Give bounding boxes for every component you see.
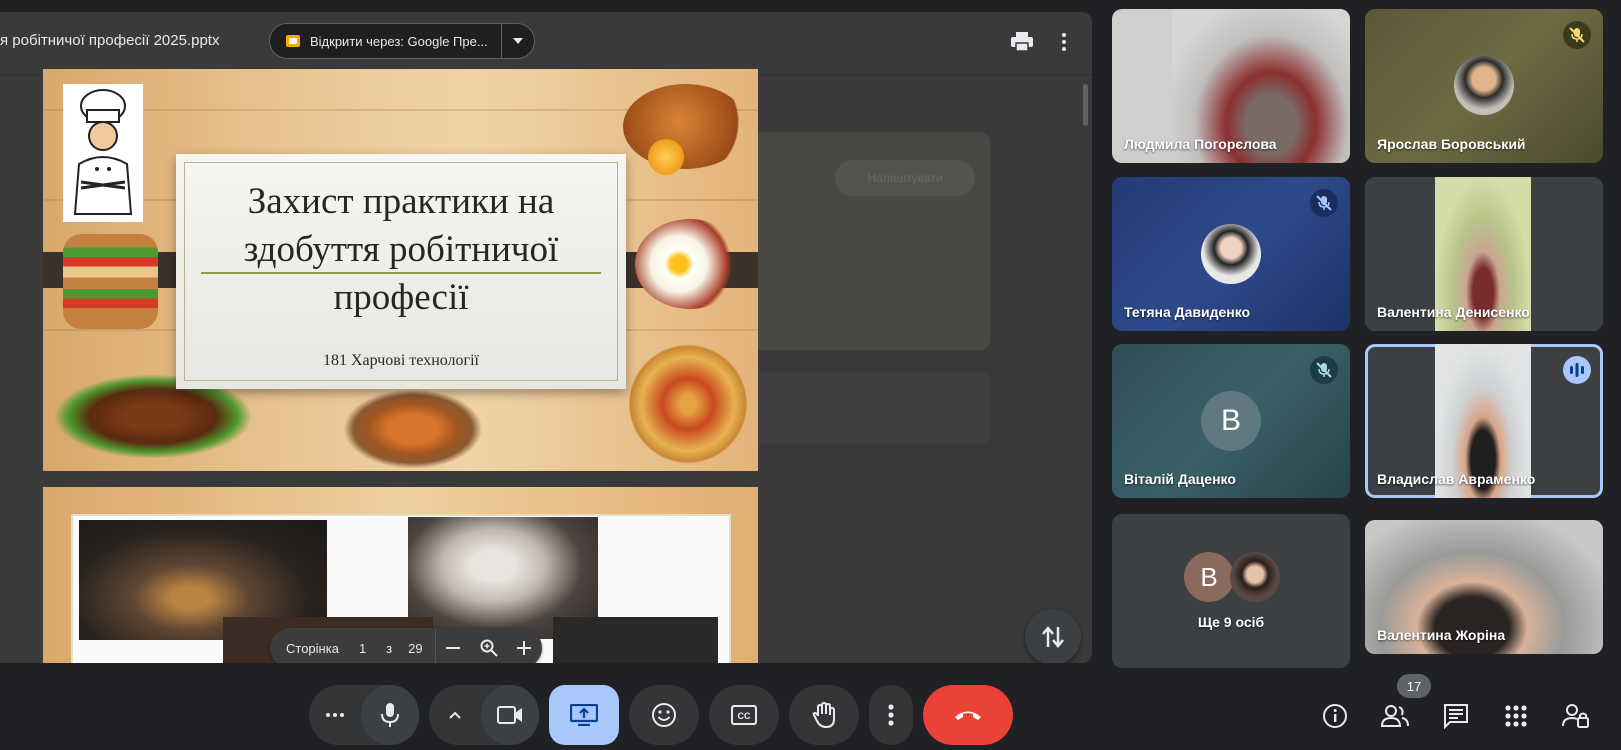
- more-participants-tile[interactable]: В Ще 9 осіб: [1112, 514, 1350, 668]
- fried-eggs-image: [635, 219, 745, 309]
- mic-off-icon: [1310, 356, 1338, 384]
- chevron-up-icon[interactable]: [429, 685, 481, 745]
- orange-slice-image: [648, 139, 684, 175]
- zoom-in-icon[interactable]: [507, 628, 542, 663]
- participant-name: Людмила Погорєлова: [1124, 136, 1277, 152]
- avatar: [1454, 55, 1514, 115]
- swap-layout-icon[interactable]: [1025, 609, 1081, 663]
- background-customize-button: Налаштувати: [835, 160, 975, 196]
- people-icon[interactable]: [1381, 702, 1409, 730]
- raise-hand-button[interactable]: [789, 685, 859, 745]
- potato-wedges-image: [343, 389, 483, 469]
- print-icon[interactable]: [1008, 28, 1036, 56]
- participant-tile[interactable]: Владислав Авраменко: [1365, 344, 1603, 498]
- avatar: В: [1184, 552, 1234, 602]
- chevron-down-icon[interactable]: [502, 23, 534, 59]
- info-icon[interactable]: [1321, 702, 1349, 730]
- participant-tile[interactable]: Тетяна Давиденко: [1112, 177, 1350, 331]
- slide-title-card: Захист практики на здобуття робітничої п…: [176, 154, 626, 389]
- more-icon[interactable]: [309, 685, 361, 745]
- end-call-icon: [955, 711, 981, 720]
- mic-group: [309, 685, 419, 745]
- title-rule: [201, 272, 601, 274]
- more-participants-label: Ще 9 осіб: [1197, 614, 1265, 630]
- camera-group: [429, 685, 539, 745]
- sandwich-image: [63, 234, 158, 329]
- page-of-label: з: [386, 640, 393, 656]
- page-current-input[interactable]: 1: [359, 641, 366, 656]
- host-controls-icon[interactable]: [1562, 702, 1590, 730]
- pizza-image: [628, 344, 748, 464]
- more-options-icon[interactable]: [1052, 28, 1076, 56]
- slide-1: Захист практики на здобуття робітничої п…: [43, 69, 758, 471]
- mic-off-icon: [1563, 21, 1591, 49]
- hand-icon: [812, 702, 835, 728]
- file-title: я робітничої професії 2025.pptx: [0, 32, 220, 49]
- more-options-button[interactable]: [869, 685, 913, 745]
- participant-name: Ярослав Боровський: [1377, 136, 1526, 152]
- page-label: Сторінка: [286, 640, 339, 656]
- zoom-out-icon[interactable]: [436, 628, 471, 663]
- camera-icon[interactable]: [481, 685, 539, 745]
- avatar: [1201, 224, 1261, 284]
- background-row: [735, 372, 990, 444]
- mic-off-icon: [1310, 189, 1338, 217]
- present-icon: [570, 704, 598, 726]
- scrollbar[interactable]: [1083, 84, 1088, 126]
- apps-icon[interactable]: [1502, 702, 1530, 730]
- participant-tile[interactable]: Людмила Погорєлова: [1112, 9, 1350, 163]
- people-count-badge: 17: [1397, 674, 1431, 698]
- end-call-button[interactable]: [923, 685, 1013, 745]
- avatar: [1230, 552, 1280, 602]
- slide-subtitle: 181 Харчові технології: [323, 352, 479, 369]
- slide-title: Захист практики на здобуття робітничої п…: [243, 181, 559, 318]
- chef-illustration: [63, 84, 143, 222]
- open-with-button[interactable]: Відкрити через: Google Пре...: [269, 23, 535, 59]
- participant-name: Валентина Денисенко: [1377, 304, 1530, 320]
- svg-text:CC: CC: [738, 711, 751, 721]
- page-controls: Сторінка 1 з 29: [270, 628, 542, 663]
- zoom-icon[interactable]: [471, 628, 506, 663]
- captions-button[interactable]: CC: [709, 685, 779, 745]
- present-button[interactable]: [549, 685, 619, 745]
- participant-name: Валентина Жоріна: [1377, 627, 1506, 643]
- mic-icon[interactable]: [361, 685, 419, 745]
- participant-tile[interactable]: Ярослав Боровський: [1365, 9, 1603, 163]
- participant-tile[interactable]: В Віталій Даценко: [1112, 344, 1350, 498]
- roast-chicken-image: [623, 84, 748, 169]
- emoji-icon: [652, 703, 676, 727]
- cooking-photo: [553, 617, 718, 663]
- participant-name: Владислав Авраменко: [1377, 471, 1536, 487]
- avatar: В: [1201, 391, 1261, 451]
- slides-icon: [286, 35, 300, 47]
- page-total: 29: [408, 640, 423, 656]
- meet-window: Налаштувати я робітничої професії 2025.p…: [0, 0, 1621, 750]
- participant-tile[interactable]: Валентина Денисенко: [1365, 177, 1603, 331]
- open-with-label: Відкрити через: Google Пре...: [310, 33, 488, 49]
- participant-name: Тетяна Давиденко: [1124, 304, 1251, 320]
- more-vert-icon: [888, 704, 894, 726]
- participant-tile[interactable]: Валентина Жоріна: [1365, 520, 1603, 654]
- chat-icon[interactable]: [1442, 702, 1470, 730]
- emoji-button[interactable]: [629, 685, 699, 745]
- participant-name: Віталій Даценко: [1124, 471, 1236, 487]
- captions-icon: CC: [731, 705, 757, 725]
- presentation-panel: Налаштувати я робітничої професії 2025.p…: [0, 12, 1092, 663]
- speaking-icon: [1563, 356, 1591, 384]
